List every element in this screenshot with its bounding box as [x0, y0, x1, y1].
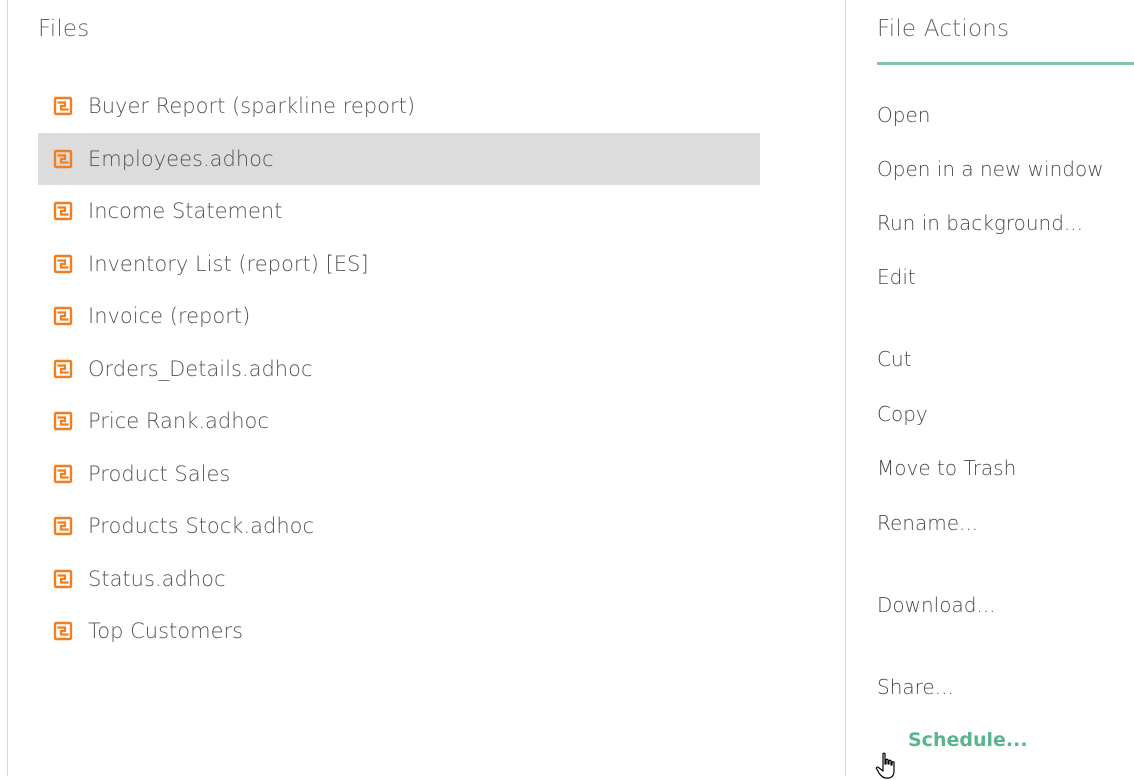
file-item[interactable]: Product Sales: [38, 448, 760, 501]
run-in-background-action[interactable]: Run in background...: [877, 211, 1083, 235]
file-item-selected[interactable]: Employees.adhoc: [38, 132, 760, 185]
file-item[interactable]: Price Rank.adhoc: [38, 395, 760, 448]
file-name: Status.adhoc: [88, 566, 226, 591]
share-action[interactable]: Share...: [877, 675, 954, 699]
report-icon: [53, 464, 73, 484]
file-actions-title: File Actions: [877, 16, 1010, 42]
file-item[interactable]: Status.adhoc: [38, 553, 760, 606]
copy-action[interactable]: Copy: [877, 402, 928, 426]
open-new-window-action[interactable]: Open in a new window: [877, 157, 1104, 181]
file-actions-underline: [877, 62, 1134, 65]
file-name: Products Stock.adhoc: [88, 514, 315, 539]
edit-action[interactable]: Edit: [877, 265, 916, 289]
download-action[interactable]: Download...: [877, 593, 996, 617]
file-item[interactable]: Products Stock.adhoc: [38, 500, 760, 553]
file-name: Top Customers: [88, 619, 244, 644]
file-name: Buyer Report (sparkline report): [88, 94, 416, 119]
file-actions-panel: File Actions Open Open in a new window R…: [846, 0, 1134, 779]
report-icon: [53, 569, 73, 589]
file-name: Product Sales: [88, 461, 231, 486]
report-icon: [53, 201, 73, 221]
move-to-trash-action[interactable]: Move to Trash: [877, 456, 1016, 480]
file-name: Income Statement: [88, 199, 283, 224]
cut-action[interactable]: Cut: [877, 347, 911, 371]
file-list: Buyer Report (sparkline report) Employee…: [38, 80, 760, 658]
report-icon: [53, 621, 73, 641]
report-icon: [53, 254, 73, 274]
report-icon: [53, 411, 73, 431]
report-icon: [53, 96, 73, 116]
file-item[interactable]: Invoice (report): [38, 290, 760, 343]
file-item[interactable]: Orders_Details.adhoc: [38, 343, 760, 396]
file-item[interactable]: Buyer Report (sparkline report): [38, 80, 760, 133]
report-icon: [53, 149, 73, 169]
file-name: Invoice (report): [88, 304, 251, 329]
file-item[interactable]: Inventory List (report) [ES]: [38, 238, 760, 291]
file-item[interactable]: Income Statement: [38, 185, 760, 238]
file-name: Employees.adhoc: [88, 146, 274, 171]
schedule-action[interactable]: Schedule...: [908, 729, 1028, 751]
report-icon: [53, 306, 73, 326]
rename-action[interactable]: Rename...: [877, 511, 978, 535]
file-name: Orders_Details.adhoc: [88, 356, 313, 381]
file-name: Price Rank.adhoc: [88, 409, 269, 434]
file-name: Inventory List (report) [ES]: [88, 251, 369, 276]
files-title: Files: [38, 16, 90, 42]
report-icon: [53, 516, 73, 536]
report-icon: [53, 359, 73, 379]
files-panel: Files Buyer Report (sparkline report) Em…: [0, 0, 845, 776]
open-action[interactable]: Open: [877, 103, 930, 127]
file-item[interactable]: Top Customers: [38, 605, 760, 658]
